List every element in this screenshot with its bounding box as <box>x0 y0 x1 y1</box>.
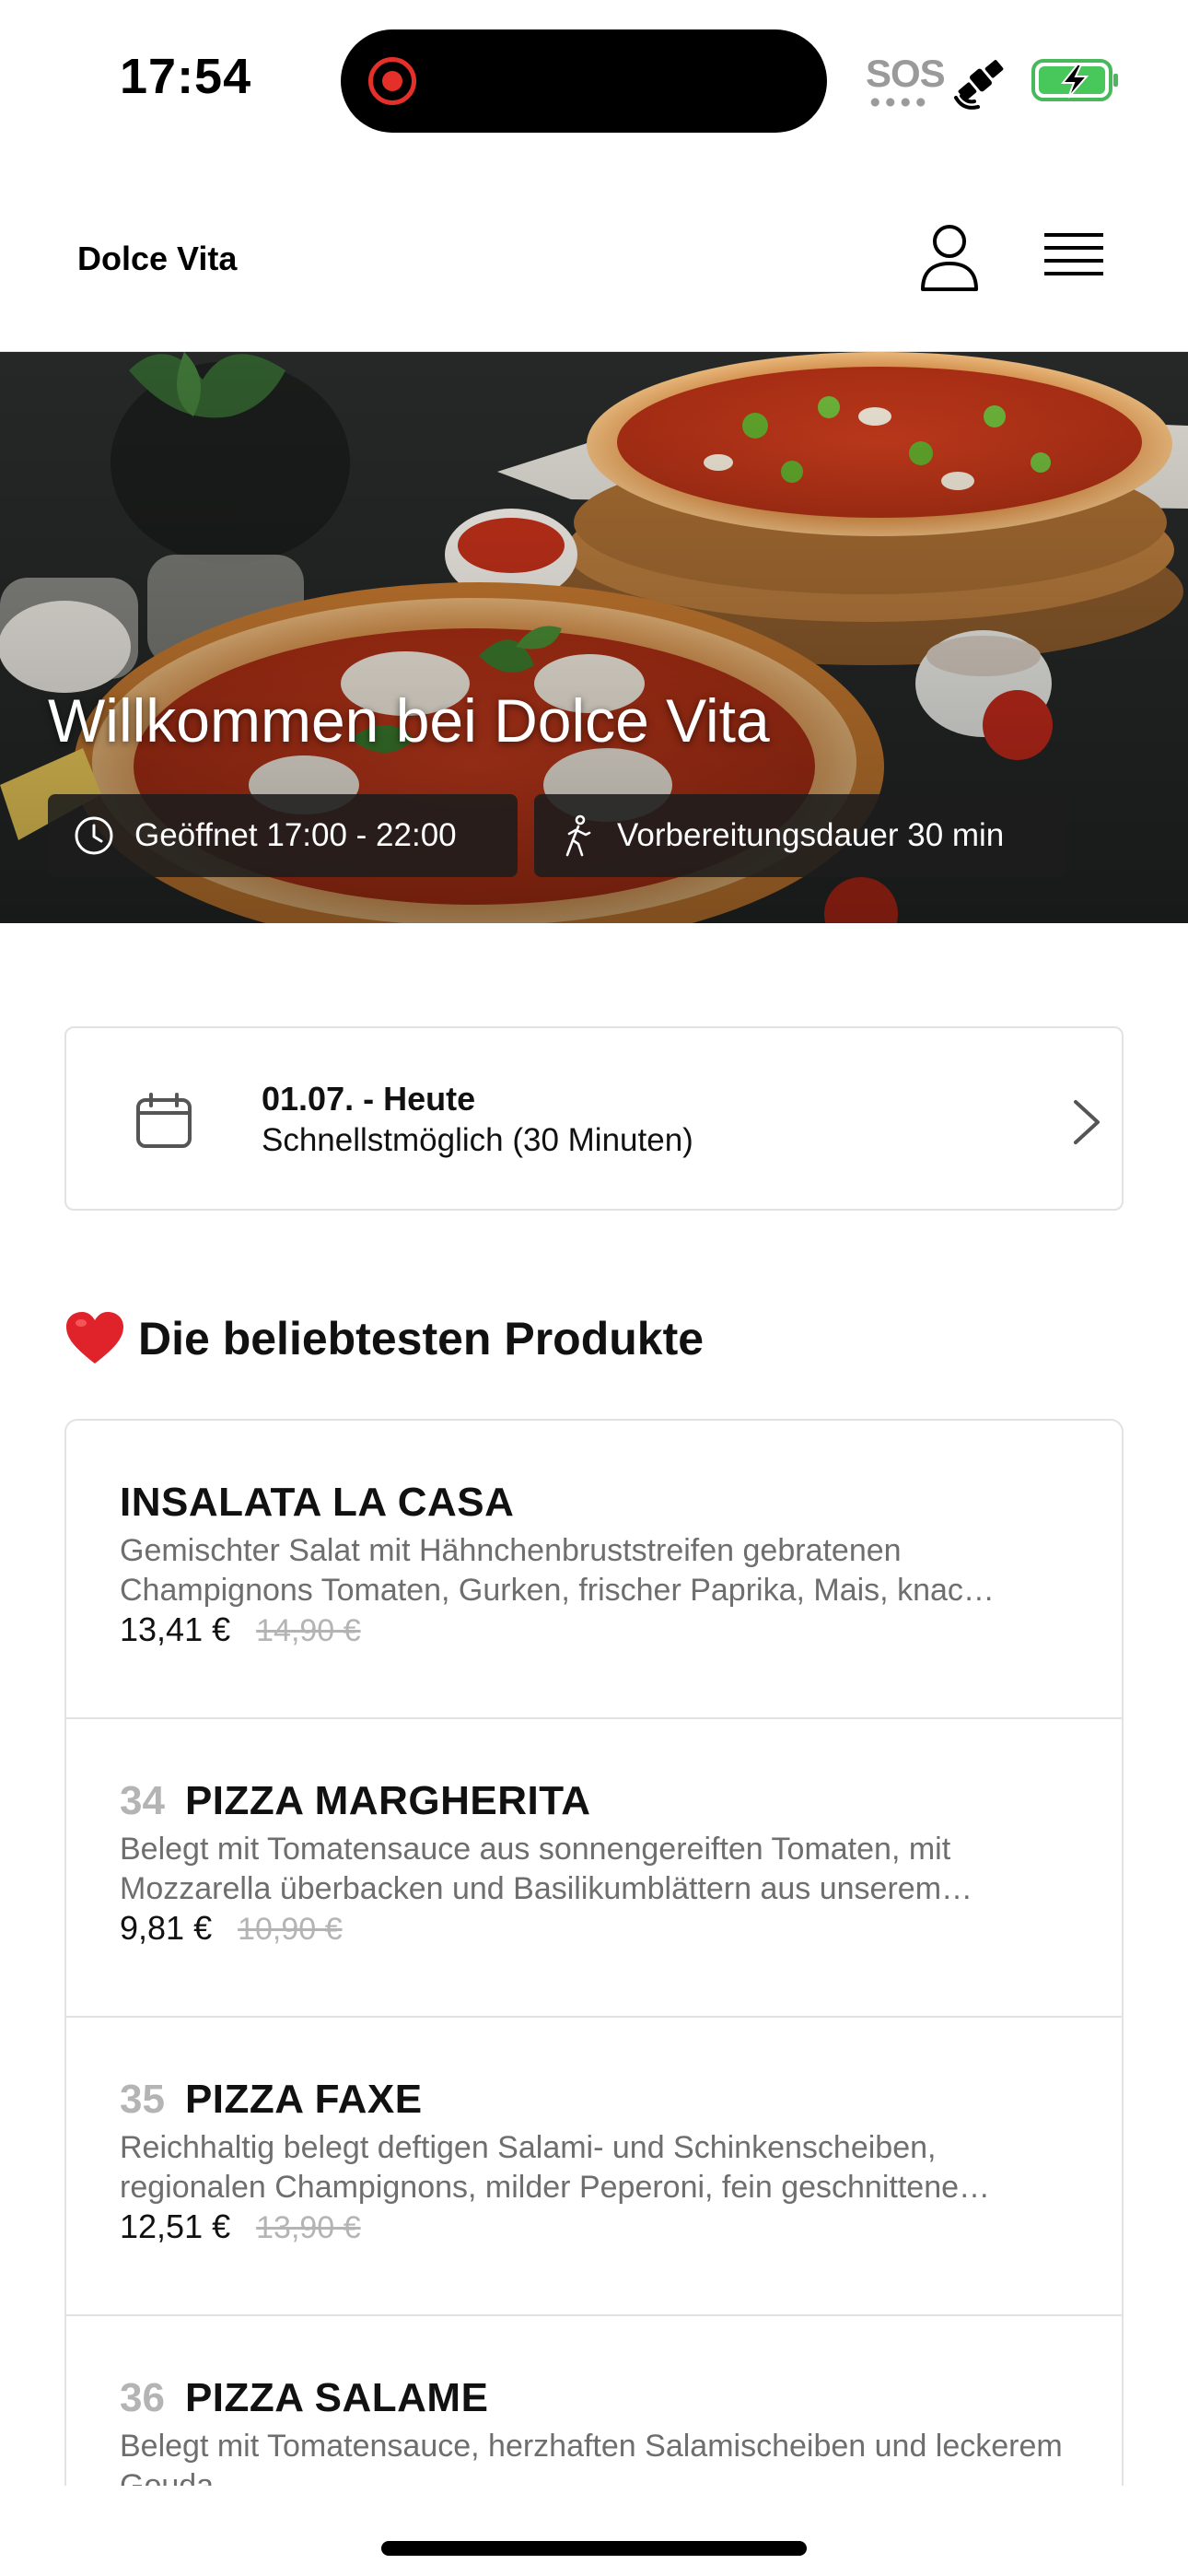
date-time-selector[interactable]: 01.07. - Heute Schnellstmöglich (30 Minu… <box>64 1026 1124 1211</box>
product-old-price: 14,90 € <box>256 1613 361 1648</box>
product-description: Gemischter Salat mit Hähnchenbruststreif… <box>120 1533 995 1608</box>
selected-time-option: Schnellstmöglich (30 Minuten) <box>262 1122 693 1158</box>
product-number: 36 <box>120 2375 165 2420</box>
hero-banner: Willkommen bei Dolce Vita Geöffnet 17:00… <box>0 352 1188 923</box>
selected-date: 01.07. - Heute <box>262 1080 476 1118</box>
product-card[interactable]: 34 PIZZA MARGHERITA Belegt mit Tomatensa… <box>66 1719 1122 2018</box>
price-row: 9,81 € 10,90 € <box>120 1909 1070 1948</box>
product-card[interactable]: 36 PIZZA SALAME Belegt mit Tomatensauce,… <box>66 2316 1122 2486</box>
price-row: 13,41 € 14,90 € <box>120 1610 1070 1649</box>
section-title: Die beliebtesten Produkte <box>138 1313 705 1364</box>
dynamic-island <box>341 29 827 133</box>
product-description: Reichhaltig belegt deftigen Salami- und … <box>120 2130 991 2205</box>
product-name: PIZZA MARGHERITA <box>184 1778 591 1823</box>
opening-hours-chip: Geöffnet 17:00 - 22:00 <box>48 794 518 877</box>
product-header: 35 PIZZA FAXE <box>120 2077 1070 2123</box>
opening-hours-text: Geöffnet 17:00 - 22:00 <box>134 817 457 853</box>
signal-dots-icon <box>868 98 928 107</box>
popular-products-heading: Die beliebtesten Produkte <box>64 1306 704 1371</box>
status-bar: 17:54 SOS <box>0 0 1188 157</box>
clock-icon <box>75 816 113 855</box>
product-price: 12,51 € <box>120 2207 231 2245</box>
status-time: 17:54 <box>120 49 252 104</box>
user-icon[interactable] <box>917 223 982 293</box>
brand-name[interactable]: Dolce Vita <box>77 240 237 278</box>
product-card[interactable]: INSALATA LA CASA Gemischter Salat mit Hä… <box>66 1421 1122 1719</box>
product-description: Belegt mit Tomatensauce aus sonnengereif… <box>120 1832 973 1906</box>
product-old-price: 13,90 € <box>256 2210 361 2245</box>
preparation-time-text: Vorbereitungsdauer 30 min <box>617 817 1005 853</box>
product-list: INSALATA LA CASA Gemischter Salat mit Hä… <box>64 1419 1124 2486</box>
product-header: INSALATA LA CASA <box>120 1480 1070 1526</box>
heart-icon <box>66 1312 123 1364</box>
home-indicator[interactable] <box>381 2541 807 2556</box>
preparation-time-chip: Vorbereitungsdauer 30 min <box>534 794 1066 877</box>
product-name: PIZZA SALAME <box>184 2375 489 2420</box>
product-old-price: 10,90 € <box>238 1912 343 1947</box>
product-price: 13,41 € <box>120 1610 231 1648</box>
screen-recording-icon <box>368 57 416 105</box>
product-header: 36 PIZZA SALAME <box>120 2375 1070 2421</box>
price-row: 12,51 € 13,90 € <box>120 2207 1070 2246</box>
calendar-icon <box>136 1093 192 1148</box>
walking-person-icon <box>565 814 591 857</box>
product-name: INSALATA LA CASA <box>120 1480 515 1525</box>
hero-title: Willkommen bei Dolce Vita <box>48 686 770 755</box>
product-header: 34 PIZZA MARGHERITA <box>120 1778 1070 1824</box>
product-number: 34 <box>120 1778 165 1823</box>
product-price: 9,81 € <box>120 1909 213 1947</box>
product-card[interactable]: 35 PIZZA FAXE Reichhaltig belegt deftige… <box>66 2018 1122 2316</box>
satellite-icon <box>954 60 1004 110</box>
app-header: Dolce Vita <box>0 157 1188 352</box>
chevron-right-icon <box>1074 1100 1100 1144</box>
product-name: PIZZA FAXE <box>184 2077 423 2122</box>
menu-icon[interactable] <box>1044 230 1103 286</box>
app-screen: 17:54 SOS Dolce Vita Willkommen bei Dolc… <box>0 0 1188 2576</box>
battery-charging-icon <box>1031 59 1118 101</box>
product-number: 35 <box>120 2077 165 2122</box>
product-description: Belegt mit Tomatensauce, herzhaften Sala… <box>120 2429 1063 2486</box>
sos-label: SOS <box>866 52 946 95</box>
